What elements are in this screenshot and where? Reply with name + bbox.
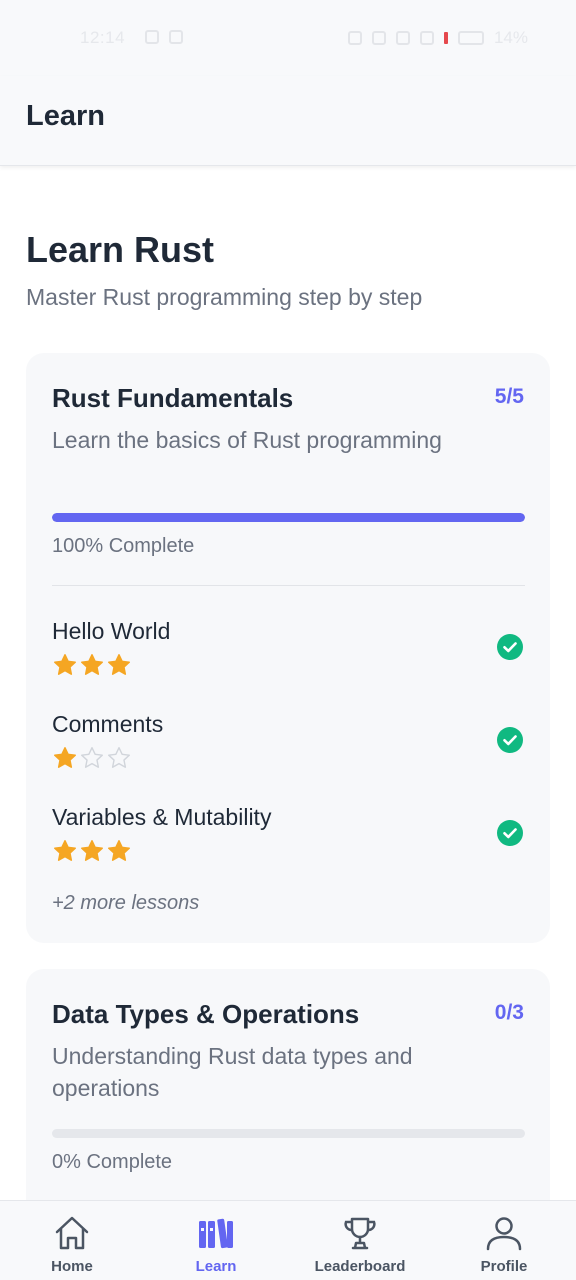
nav-item-profile[interactable]: Profile — [432, 1201, 576, 1280]
nav-label: Learn — [195, 1258, 237, 1275]
star-filled-icon — [81, 840, 103, 861]
module-card-rust-fundamentals[interactable]: Rust Fundamentals 5/5 Learn the basics o… — [26, 353, 550, 943]
nav-label: Leaderboard — [314, 1258, 406, 1275]
nav-item-learn[interactable]: Learn — [144, 1201, 288, 1280]
star-filled-icon — [54, 840, 76, 861]
home-icon — [55, 1216, 89, 1250]
notification-icon — [145, 30, 159, 44]
app-header: Learn — [0, 76, 576, 166]
lesson-item[interactable]: Variables & Mutability — [52, 804, 525, 884]
lesson-stars — [52, 652, 132, 678]
nav-label: Home — [51, 1258, 93, 1275]
progress-label: 100% Complete — [52, 535, 195, 557]
star-filled-icon — [108, 654, 130, 675]
module-count: 5/5 — [494, 385, 524, 408]
module-count: 0/3 — [494, 1001, 524, 1024]
alarm-icon — [347, 31, 362, 45]
nav-item-leaderboard[interactable]: Leaderboard — [288, 1201, 432, 1280]
module-progress-bar — [52, 513, 525, 522]
status-time: 12:14 — [80, 28, 126, 47]
check-circle-icon — [497, 634, 523, 660]
page-subtitle: Master Rust programming step by step — [26, 284, 423, 310]
page-title: Learn Rust — [26, 229, 215, 270]
main-content[interactable]: Learn Rust Master Rust programming step … — [0, 167, 576, 1200]
lesson-title: Variables & Mutability — [52, 804, 272, 830]
nav-label: Profile — [480, 1258, 528, 1275]
star-empty-icon — [81, 747, 103, 768]
library-icon — [199, 1218, 233, 1249]
star-filled-icon — [81, 654, 103, 675]
check-circle-icon — [497, 820, 523, 846]
module-title: Rust Fundamentals — [52, 383, 294, 413]
more-lessons-link[interactable]: +2 more lessons — [52, 892, 199, 915]
wifi-icon — [419, 31, 434, 45]
divider — [52, 585, 525, 586]
lesson-title: Hello World — [52, 618, 171, 644]
check-circle-icon — [497, 727, 523, 753]
lesson-stars — [52, 838, 132, 864]
lesson-title: Comments — [52, 711, 164, 737]
star-empty-icon — [108, 747, 130, 768]
lesson-item[interactable]: Hello World — [52, 618, 525, 698]
battery-icon — [457, 31, 484, 45]
user-icon — [486, 1217, 522, 1251]
notification-icon — [169, 30, 183, 44]
lesson-stars — [52, 745, 132, 771]
battery-low-icon — [443, 32, 448, 44]
system-icons: 14% — [347, 28, 528, 48]
vibrate-icon — [371, 31, 386, 45]
signal-icon — [395, 31, 410, 45]
progress-label: 0% Complete — [52, 1151, 173, 1173]
status-bar: 12:14 14% — [0, 0, 576, 76]
star-filled-icon — [108, 840, 130, 861]
module-progress-bar — [52, 1129, 525, 1138]
module-card-data-types[interactable]: Data Types & Operations 0/3 Understandin… — [26, 969, 550, 1200]
star-filled-icon — [54, 654, 76, 675]
star-filled-icon — [54, 747, 76, 768]
progress-fill — [52, 513, 525, 522]
header-title: Learn — [26, 100, 105, 132]
bottom-navigation: Home Learn Leaderboard Profile — [0, 1200, 576, 1280]
trophy-icon — [344, 1217, 376, 1250]
module-description: Learn the basics of Rust programming — [52, 427, 442, 453]
module-title: Data Types & Operations — [52, 999, 360, 1029]
lesson-item[interactable]: Comments — [52, 711, 525, 791]
nav-item-home[interactable]: Home — [0, 1201, 144, 1280]
module-description: Understanding Rust data types and operat… — [52, 1043, 413, 1101]
battery-percent: 14% — [493, 28, 528, 47]
notification-icons — [145, 30, 183, 44]
